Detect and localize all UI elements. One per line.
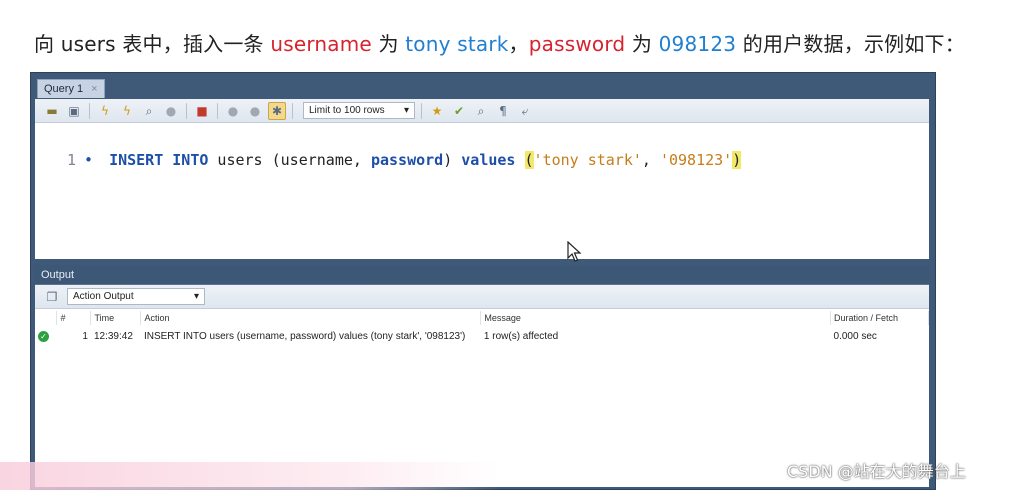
output-panel: ❐ Action Output ▾ # Time Action Message … xyxy=(35,285,929,487)
explain-icon[interactable]: ⌕ xyxy=(140,102,158,120)
highlight-smudge xyxy=(0,462,500,490)
output-panel-header: Output xyxy=(35,265,929,285)
tab-label: Query 1 xyxy=(44,83,84,95)
row-duration: 0.000 sec xyxy=(833,330,877,342)
copy-icon[interactable]: ❐ xyxy=(43,288,61,306)
wrap-icon[interactable]: ⤶ xyxy=(516,102,534,120)
find-icon[interactable]: ⌕ xyxy=(472,102,490,120)
caption-suffix: 的用户数据，示例如下： xyxy=(736,32,965,56)
table-row[interactable]: ✓ 1 12:39:42 INSERT INTO users (username… xyxy=(35,325,929,347)
column-header-status xyxy=(35,311,58,325)
toolbar-divider xyxy=(292,102,293,119)
close-icon[interactable]: × xyxy=(91,83,97,95)
toolbar-divider xyxy=(89,102,90,119)
column-header-time[interactable]: Time xyxy=(90,311,142,325)
row-action: INSERT INTO users (username, password) v… xyxy=(143,330,466,342)
caption-prefix: 向 users 表中，插入一条 xyxy=(34,32,271,56)
row-message: 1 row(s) affected xyxy=(483,330,559,342)
action-output-table: # Time Action Message Duration / Fetch ✓… xyxy=(35,311,929,347)
find-brush-icon[interactable]: ✔ xyxy=(450,102,468,120)
column-header-num[interactable]: # xyxy=(56,311,92,325)
tab-query-1[interactable]: Query 1 × xyxy=(37,79,105,98)
caption-text: ， xyxy=(508,32,529,56)
output-title: Output xyxy=(41,268,75,281)
dropdown-arrow-icon: ▾ xyxy=(193,291,199,302)
sql-editor-panel: ▬ ▣ ϟ ϟ ⌕ ● ■ ● ● ✱ Limit to 100 rows ▾ … xyxy=(35,99,929,262)
line-number: 1 xyxy=(67,151,77,169)
sql-paren-highlight: ( xyxy=(524,151,534,169)
line-bullet: • xyxy=(84,151,94,169)
dropdown-arrow-icon: ▾ xyxy=(403,105,409,116)
sql-keyword-insert: INSERT INTO xyxy=(109,151,209,169)
caption-value-password: 098123 xyxy=(658,32,737,56)
column-header-duration[interactable]: Duration / Fetch xyxy=(830,311,929,325)
stop-icon[interactable]: ● xyxy=(162,102,180,120)
sql-column-password: password xyxy=(370,151,444,169)
beautify-icon[interactable]: ★ xyxy=(428,102,446,120)
status-cell: ✓ xyxy=(35,325,57,347)
output-type-label: Action Output xyxy=(73,291,134,302)
output-type-select[interactable]: Action Output ▾ xyxy=(67,288,205,305)
sql-space xyxy=(515,151,524,169)
commit-icon[interactable]: ● xyxy=(224,102,242,120)
mouse-cursor-icon xyxy=(567,241,582,262)
output-toolbar: ❐ Action Output ▾ xyxy=(35,285,929,309)
limit-rows-label: Limit to 100 rows xyxy=(309,105,385,116)
sql-keyword-values: values xyxy=(461,151,516,169)
save-icon[interactable]: ▣ xyxy=(65,102,83,120)
sql-string-username: 'tony stark' xyxy=(533,151,642,169)
sql-paren-highlight: ) xyxy=(732,151,742,169)
sql-separator: , xyxy=(641,151,660,169)
instruction-caption: 向 users 表中，插入一条 username 为 tony stark，pa… xyxy=(34,28,965,57)
execute-icon[interactable]: ϟ xyxy=(96,102,114,120)
caption-value-username: tony stark xyxy=(405,32,509,56)
rollback-icon[interactable]: ● xyxy=(246,102,264,120)
sql-code-line[interactable]: 1 • INSERT INTO users (username, password)… xyxy=(67,151,742,169)
workbench-window: Query 1 × ▬ ▣ ϟ ϟ ⌕ ● ■ ● ● ✱ Limit to 1… xyxy=(30,72,936,490)
sql-string-password: '098123' xyxy=(659,151,733,169)
toggle-error-icon[interactable]: ■ xyxy=(193,102,211,120)
autocommit-icon[interactable]: ✱ xyxy=(268,101,286,120)
caption-text: 为 xyxy=(625,32,659,56)
folder-icon[interactable]: ▬ xyxy=(43,102,61,120)
sql-table-clause: users (username, xyxy=(208,151,371,169)
column-header-action[interactable]: Action xyxy=(140,311,482,325)
invisible-chars-icon[interactable]: ¶ xyxy=(494,102,512,120)
toolbar-divider xyxy=(421,102,422,119)
toolbar-divider xyxy=(217,102,218,119)
limit-rows-select[interactable]: Limit to 100 rows ▾ xyxy=(303,102,415,119)
caption-text: 为 xyxy=(371,32,406,56)
column-header-message[interactable]: Message xyxy=(480,311,832,325)
row-time: 12:39:42 xyxy=(93,330,133,342)
caption-field-password: password xyxy=(528,32,626,56)
toolbar-divider xyxy=(186,102,187,119)
table-header-row: # Time Action Message Duration / Fetch xyxy=(35,311,929,325)
editor-toolbar: ▬ ▣ ϟ ϟ ⌕ ● ■ ● ● ✱ Limit to 100 rows ▾ … xyxy=(35,99,929,123)
execute-current-icon[interactable]: ϟ xyxy=(118,102,136,120)
watermark: CSDN @站在大的舞台上 xyxy=(787,462,966,481)
row-number: 1 xyxy=(82,330,88,342)
success-check-icon: ✓ xyxy=(38,330,49,342)
sql-paren: ) xyxy=(443,151,462,169)
caption-field-username: username xyxy=(270,32,372,56)
